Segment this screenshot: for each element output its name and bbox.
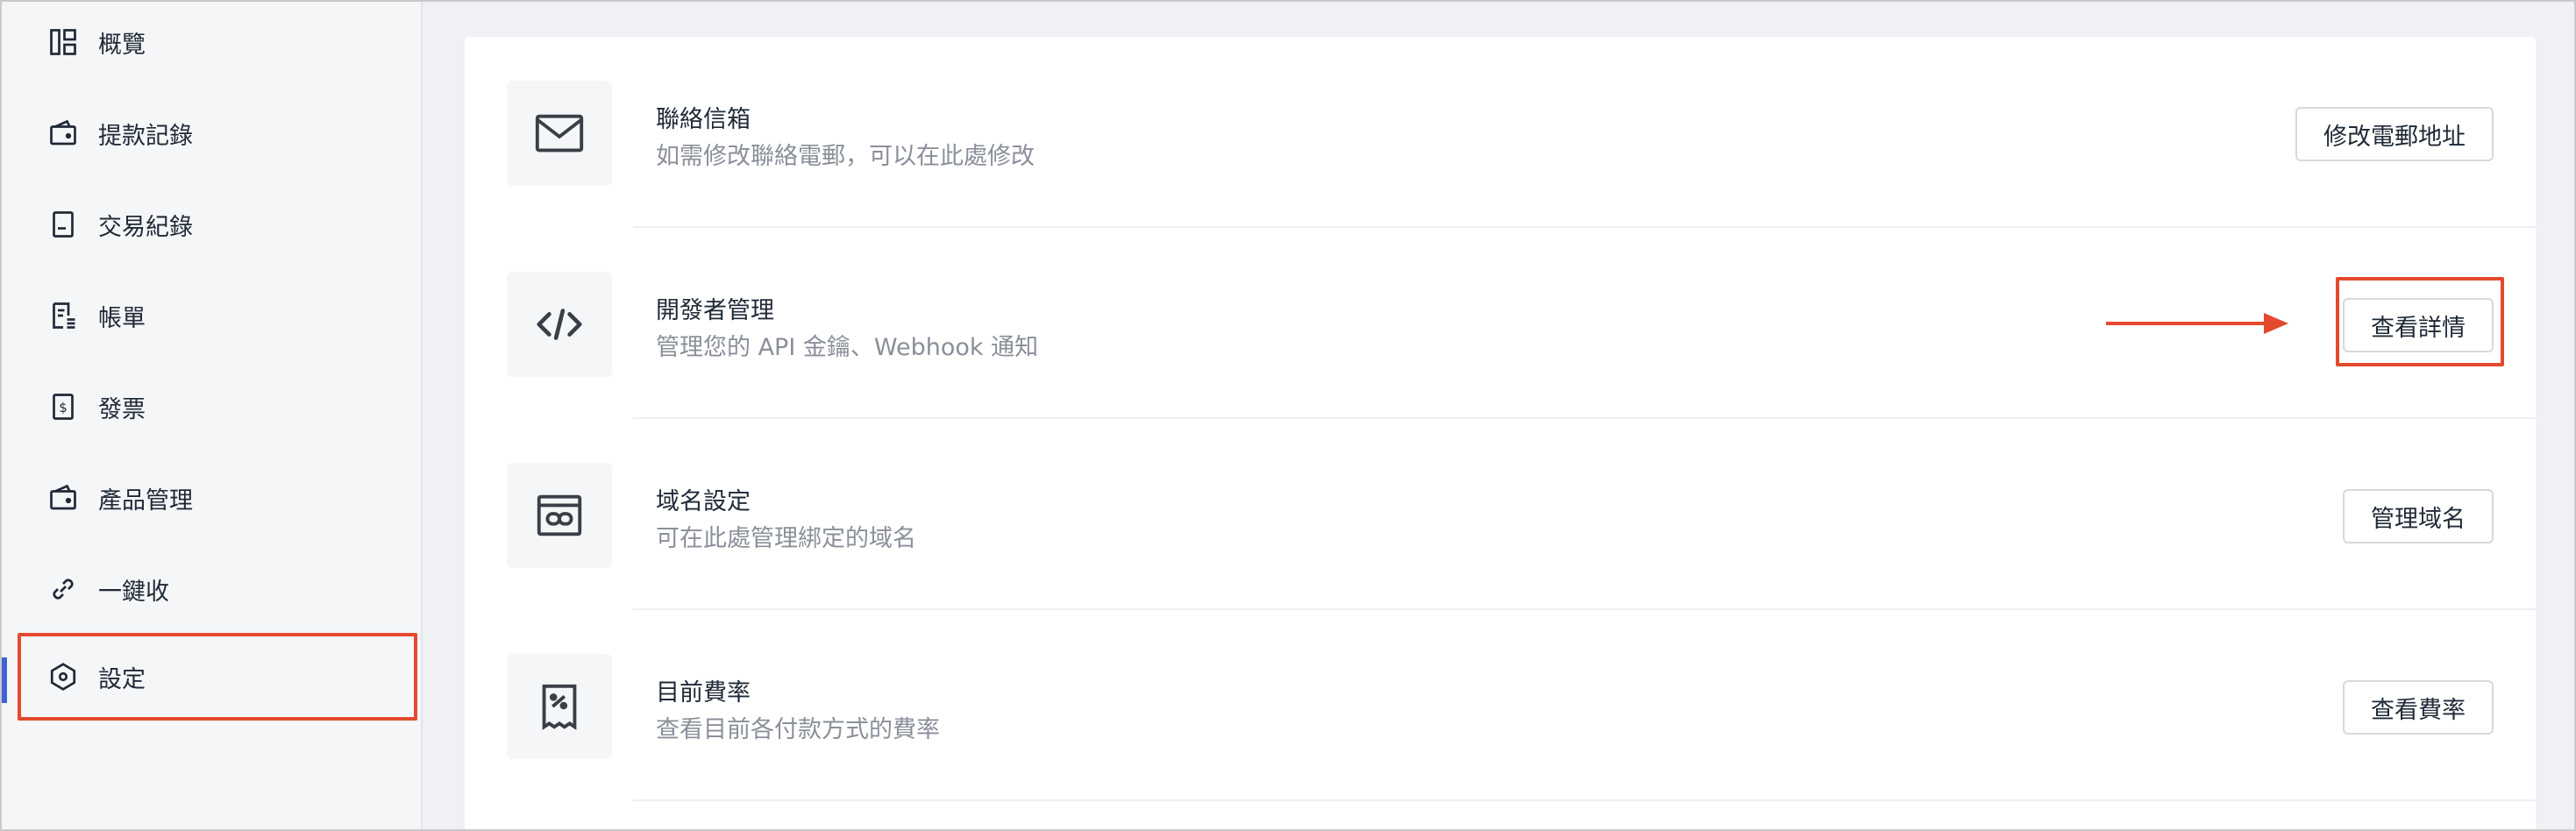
document-icon [46,207,81,242]
change-email-button[interactable]: 修改電郵地址 [2295,107,2494,161]
sidebar-item-label: 交易紀錄 [98,213,193,241]
sidebar-item-label: 設定 [98,665,146,693]
sidebar-item-bills[interactable]: 帳單 [18,272,417,359]
wallet-icon [46,116,81,151]
row-title: 域名設定 [656,488,751,515]
product-wallet-icon [46,480,81,515]
sidebar-item-products[interactable]: 產品管理 [18,454,417,542]
row-title: 開發者管理 [656,297,774,324]
annotation-highlight-box [2336,277,2504,366]
invoice-icon: $ [46,389,81,424]
sidebar-item-transactions[interactable]: 交易紀錄 [18,181,417,268]
manage-domain-button[interactable]: 管理域名 [2343,489,2494,543]
sidebar-item-one-click[interactable]: 一鍵收 [18,545,417,633]
bill-icon [46,298,81,333]
row-description: 管理您的 API 金鑰、Webhook 通知 [656,334,1039,361]
dashboard-icon [46,25,81,60]
receipt-percent-icon [507,654,612,759]
settings-row-contact-email: 聯絡信箱 如需修改聯絡電郵，可以在此處修改 修改電郵地址 [465,37,2536,228]
sidebar-item-label: 概覽 [98,31,146,59]
sidebar-item-settings[interactable]: 設定 [18,633,417,721]
mail-icon [507,81,612,186]
divider [633,799,2536,801]
settings-hex-icon [46,659,81,694]
app-window: 概覽 提款記錄 交易紀錄 帳單 $ 發票 產品管理 一鍵收 設定 聯絡信箱 如需… [0,0,2576,831]
sidebar-item-label: 發票 [98,395,146,423]
link-icon [46,572,81,607]
code-icon [507,272,612,377]
settings-row-rates: 目前費率 查看目前各付款方式的費率 查看費率 [465,610,2536,801]
svg-text:$: $ [59,400,68,416]
settings-card: 聯絡信箱 如需修改聯絡電郵，可以在此處修改 修改電郵地址 開發者管理 管理您的 … [465,37,2536,829]
row-description: 查看目前各付款方式的費率 [656,716,940,743]
active-indicator [2,657,7,703]
sidebar-item-overview[interactable]: 概覽 [18,2,417,86]
view-rates-button[interactable]: 查看費率 [2343,680,2494,735]
sidebar-item-label: 產品管理 [98,487,193,515]
row-description: 如需修改聯絡電郵，可以在此處修改 [656,143,1035,170]
sidebar-item-withdrawals[interactable]: 提款記錄 [18,89,417,177]
row-title: 目前費率 [656,679,751,707]
sidebar-item-invoices[interactable]: $ 發票 [18,363,417,451]
sidebar: 概覽 提款記錄 交易紀錄 帳單 $ 發票 產品管理 一鍵收 設定 [2,2,423,829]
sidebar-item-label: 帳單 [98,304,146,332]
sidebar-item-label: 提款記錄 [98,122,193,150]
settings-row-domain: 域名設定 可在此處管理綁定的域名 管理域名 [465,419,2536,610]
annotation-arrow-icon [2106,313,2288,334]
domain-link-icon [507,463,612,568]
row-title: 聯絡信箱 [656,106,751,133]
row-description: 可在此處管理綁定的域名 [656,525,916,552]
sidebar-item-label: 一鍵收 [98,578,169,606]
